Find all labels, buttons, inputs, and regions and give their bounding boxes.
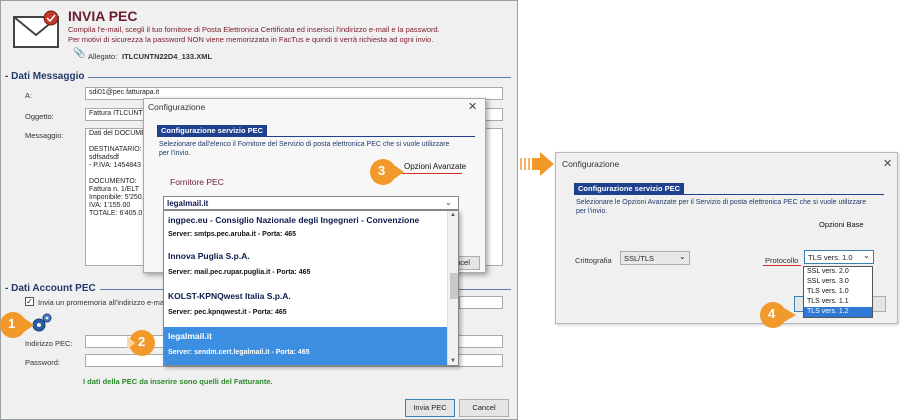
provider-name: KOLST-KPNQwest Italia S.p.A. — [168, 291, 291, 301]
provider-server: Server: sendm.cert.legalmail.it - Porta:… — [168, 349, 310, 356]
base-options-link[interactable]: Opzioni Base — [819, 220, 864, 229]
panel-text-line-2: per l'invio. — [576, 208, 608, 215]
arrow-right-icon — [520, 152, 556, 176]
description-line-1: Compila l'e-mail, scegli il tuo fornitor… — [68, 25, 440, 34]
red-underline — [402, 173, 462, 174]
provider-server: Server: smtps.pec.aruba.it - Porta: 465 — [168, 231, 296, 238]
chevron-down-icon: ⌄ — [679, 252, 686, 261]
provider-combobox-value: legalmail.it — [167, 199, 209, 208]
send-pec-button[interactable]: Invia PEC — [405, 399, 455, 417]
section-account-title: - Dati Account PEC — [5, 283, 100, 294]
panel-title: Configurazione servizio PEC — [157, 125, 268, 136]
protocol-label: Protocollo — [765, 256, 799, 265]
subject-label: Oggetto: — [25, 112, 54, 121]
advanced-options-link[interactable]: Opzioni Avanzate — [404, 162, 466, 171]
close-icon[interactable]: ✕ — [468, 100, 477, 113]
list-item[interactable]: SSL vers. 3.0 — [804, 277, 872, 287]
scroll-down-icon[interactable]: ▼ — [450, 358, 456, 364]
paperclip-icon: 📎 — [73, 48, 86, 59]
scrollbar-thumb[interactable] — [450, 273, 458, 299]
dialog-title: Configurazione — [148, 102, 206, 112]
chevron-down-icon: ⌄ — [445, 198, 452, 207]
list-item[interactable]: KOLST-KPNQwest Italia S.p.A. Server: pec… — [164, 287, 447, 321]
provider-name: ingpec.eu - Consiglio Nazionale degli In… — [168, 215, 420, 225]
encryption-select-value: SSL/TLS — [624, 254, 655, 263]
section-message-title: - Dati Messaggio — [5, 71, 89, 82]
step-1-number: 1 — [8, 316, 16, 331]
step-1-marker: 1 — [0, 310, 34, 342]
provider-combobox[interactable]: legalmail.it ⌄ — [163, 196, 459, 210]
panel-text-line-1: Selezionare le Opzioni Avanzate per il S… — [576, 199, 867, 206]
password-label: Password: — [25, 358, 61, 367]
attachment-filename[interactable]: ITLCUNTN22D4_133.XML — [122, 52, 212, 61]
reminder-checkbox[interactable]: ✓ — [25, 297, 34, 306]
step-2-marker: 2 — [127, 328, 161, 360]
description-line-2: Per motivi di sicurezza la password NON … — [68, 35, 434, 44]
protocol-dropdown-list: SSL vers. 2.0 SSL vers. 3.0 TLS vers. 1.… — [803, 266, 873, 318]
gears-icon — [31, 312, 53, 334]
chevron-down-icon: ⌄ — [863, 251, 870, 260]
red-underline — [763, 265, 801, 266]
step-4-number: 4 — [768, 306, 776, 321]
encryption-label: Crittografia — [575, 256, 612, 265]
step-4-marker: 4 — [760, 300, 796, 332]
provider-name: legalmail.it — [168, 331, 212, 341]
panel-underline — [574, 194, 884, 195]
list-item[interactable]: TLS vers. 1.0 — [804, 287, 872, 297]
panel-title: Configurazione servizio PEC — [574, 183, 685, 194]
provider-name: Innova Puglia S.p.A. — [168, 251, 250, 261]
scroll-up-icon[interactable]: ▲ — [450, 212, 456, 218]
reminder-label: Invia un promemoria all'indirizzo e-mail — [38, 298, 168, 307]
reminder-email-input[interactable] — [459, 296, 503, 309]
provider-server: Server: pec.kpnqwest.it - Porta: 465 — [168, 309, 287, 316]
close-icon[interactable]: ✕ — [883, 157, 892, 170]
list-item-selected[interactable]: legalmail.it Server: sendm.cert.legalmai… — [164, 327, 447, 365]
list-item-selected[interactable]: TLS vers. 1.2 — [804, 307, 872, 317]
cancel-button[interactable]: Cancel — [459, 399, 509, 417]
dialog-title: Configurazione — [562, 159, 620, 169]
step-3-number: 3 — [378, 163, 386, 178]
step-2-number: 2 — [138, 334, 146, 349]
provider-label: Fornitore PEC — [170, 177, 224, 187]
list-item[interactable]: Innova Puglia S.p.A. Server: mail.pec.ru… — [164, 247, 447, 281]
fatturante-note: I dati della PEC da inserire sono quelli… — [83, 377, 273, 386]
panel-text-line-1: Selezionare dall'elenco il Fornitore del… — [159, 141, 450, 148]
list-item[interactable]: ingpec.eu - Consiglio Nazionale degli In… — [164, 211, 447, 241]
provider-server: Server: mail.pec.rupar.puglia.it - Porta… — [168, 269, 311, 276]
scrollbar[interactable]: ▲ ▼ — [447, 211, 458, 365]
to-label: A: — [25, 91, 33, 100]
encryption-select[interactable]: SSL/TLS ⌄ — [620, 251, 690, 265]
protocol-select-value: TLS vers. 1.0 — [808, 253, 853, 262]
list-item[interactable]: SSL vers. 2.0 — [804, 267, 872, 277]
attachment-label: Allegato: — [88, 52, 118, 61]
envelope-icon — [11, 9, 61, 51]
window-title: INVIA PEC — [68, 8, 138, 24]
protocol-select[interactable]: TLS vers. 1.0 ⌄ — [804, 250, 874, 264]
panel-underline — [157, 136, 475, 137]
message-label: Messaggio: — [25, 131, 64, 140]
step-3-marker: 3 — [370, 157, 404, 189]
panel-text-line-2: per l'invio. — [159, 150, 191, 157]
list-item[interactable]: TLS vers. 1.1 — [804, 297, 872, 307]
provider-dropdown-list: ingpec.eu - Consiglio Nazionale degli In… — [163, 210, 459, 366]
